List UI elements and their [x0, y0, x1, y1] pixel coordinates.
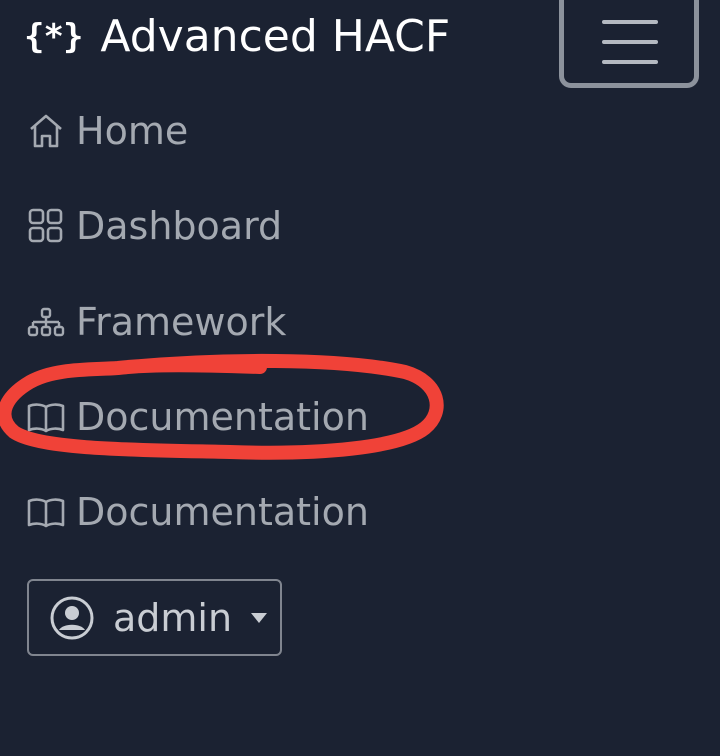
- nav-item-documentation[interactable]: Documentation: [26, 392, 369, 442]
- nav-item-label: Framework: [76, 300, 287, 344]
- nav-item-dashboard[interactable]: Dashboard: [26, 201, 282, 251]
- book-icon: [26, 395, 70, 439]
- grid-icon: [26, 204, 70, 248]
- braces-asterisk-icon: {*}: [24, 17, 83, 57]
- nav-item-framework[interactable]: Framework: [26, 297, 286, 347]
- person-circle-icon: [50, 596, 94, 639]
- nav-item-label: Home: [76, 109, 189, 153]
- house-icon: [26, 109, 70, 153]
- nav-item-label: Dashboard: [76, 204, 283, 248]
- book-icon: [26, 490, 70, 534]
- nav-item-home[interactable]: Home: [26, 106, 188, 156]
- username-label: admin: [113, 595, 233, 640]
- nav-item-label: Documentation: [76, 395, 369, 439]
- nav-item-documentation-2[interactable]: Documentation: [26, 487, 369, 537]
- user-dropdown-button[interactable]: admin: [27, 579, 282, 656]
- navbar-brand[interactable]: {*} Advanced HACF: [24, 10, 450, 64]
- caret-down-icon: [251, 612, 268, 623]
- nav-item-label: Documentation: [76, 490, 369, 534]
- menu-toggle-button[interactable]: [559, 0, 699, 88]
- brand-title: Advanced HACF: [100, 11, 451, 62]
- sitemap-icon: [26, 300, 70, 344]
